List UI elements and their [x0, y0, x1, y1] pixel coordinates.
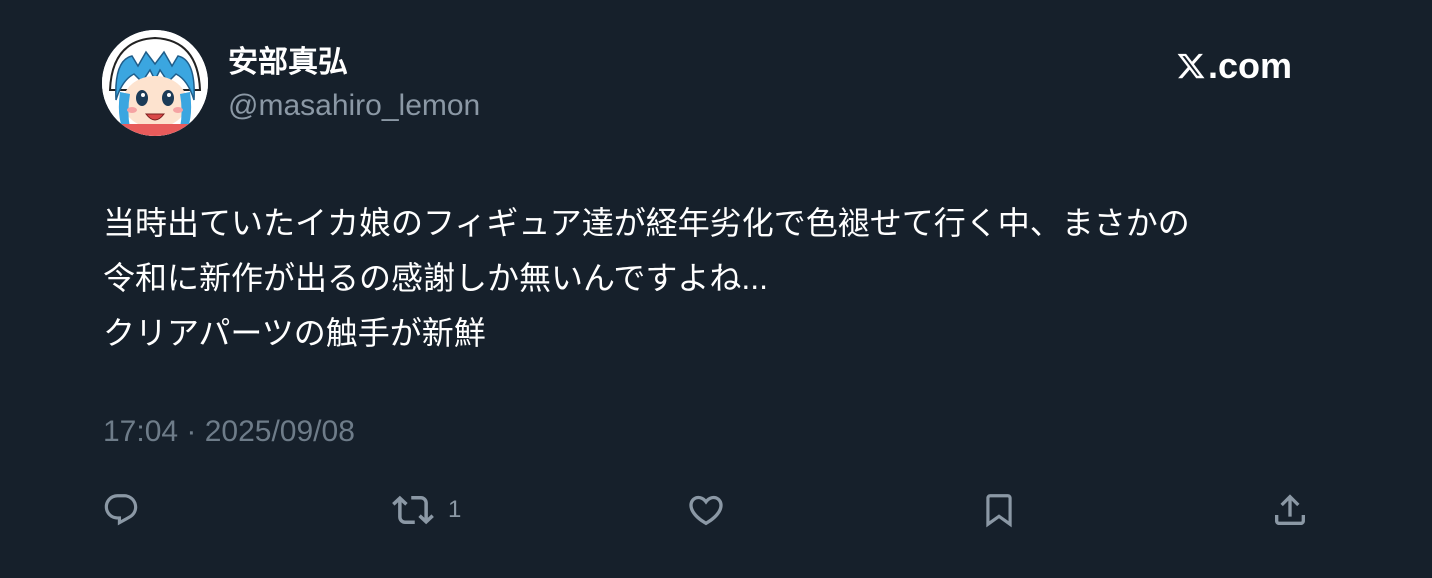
retweet-button[interactable]: 1	[392, 490, 461, 530]
tweet-card: 安部真弘 @masahiro_lemon .com 当時出ていたイカ娘のフィギュ…	[0, 0, 1432, 578]
bookmark-icon	[986, 494, 1012, 528]
avatar-image	[102, 30, 208, 136]
tweet-timestamp[interactable]: 17:04 · 2025/09/08	[103, 414, 355, 450]
tweet-text-line: クリアパーツの触手が新鮮	[103, 315, 486, 351]
display-name[interactable]: 安部真弘	[228, 44, 348, 82]
share-icon	[1275, 494, 1305, 525]
user-handle[interactable]: @masahiro_lemon	[228, 88, 480, 124]
reply-button[interactable]	[102, 490, 140, 530]
share-button[interactable]	[1270, 490, 1310, 530]
tweet-text-line: 当時出ていたイカ娘のフィギュア達が経年劣化で色褪せて行く中、まさかの	[103, 205, 1190, 241]
like-button[interactable]	[686, 490, 726, 530]
reply-icon	[104, 494, 138, 526]
tweet-text: 当時出ていたイカ娘のフィギュア達が経年劣化で色褪せて行く中、まさかの 令和に新作…	[103, 196, 1343, 361]
site-label: .com	[1208, 45, 1293, 86]
retweet-icon	[392, 495, 434, 525]
retweet-count: 1	[448, 496, 462, 523]
heart-icon	[689, 495, 723, 526]
x-brand-link[interactable]: .com	[1176, 46, 1292, 86]
x-logo-icon	[1177, 53, 1205, 79]
avatar[interactable]	[102, 30, 208, 136]
tweet-text-line: 令和に新作が出るの感謝しか無いんですよね...	[103, 260, 769, 296]
bookmark-button[interactable]	[980, 490, 1018, 530]
